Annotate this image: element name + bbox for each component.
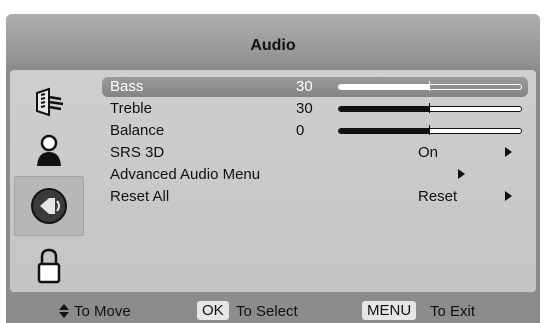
menu-row-reset-all[interactable]: Reset All Reset <box>102 187 528 207</box>
advanced-audio-arrow-icon[interactable] <box>458 169 465 179</box>
srs3d-label: SRS 3D <box>110 144 165 161</box>
menu-panel: Bass 30 Treble 30 Balance 0 SRS 3D On Ad… <box>10 70 536 292</box>
srs3d-arrow-icon[interactable] <box>505 147 512 157</box>
picture-icon <box>36 87 64 117</box>
balance-slider-center <box>429 125 430 135</box>
menu-row-bass[interactable]: Bass 30 <box>102 77 528 97</box>
menu-header: Audio <box>6 14 540 66</box>
category-lock[interactable] <box>14 236 84 296</box>
treble-value: 30 <box>296 100 313 117</box>
menu-key: MENU <box>362 301 417 320</box>
menu-row-srs3d[interactable]: SRS 3D On <box>102 143 528 163</box>
bass-slider-fill <box>339 85 430 89</box>
up-down-arrow-icon <box>59 304 69 318</box>
bass-label: Bass <box>110 78 144 95</box>
treble-slider-center <box>429 103 430 113</box>
reset-arrow-icon[interactable] <box>505 191 512 201</box>
category-sidebar <box>14 70 84 292</box>
bass-value: 30 <box>296 78 313 95</box>
balance-label: Balance <box>110 122 165 139</box>
balance-slider[interactable] <box>338 125 522 135</box>
footer-hints: To Move OK To Select MENU To Exit <box>6 296 540 323</box>
advanced-audio-label: Advanced Audio Menu <box>110 166 261 183</box>
menu-title: Audio <box>250 37 296 54</box>
category-user[interactable] <box>14 120 84 180</box>
srs3d-option: On <box>418 144 439 161</box>
user-icon <box>37 134 61 166</box>
select-hint: To Select <box>236 303 298 320</box>
lock-icon <box>37 248 61 284</box>
treble-slider[interactable] <box>338 103 522 113</box>
reset-all-label: Reset All <box>110 188 170 205</box>
speaker-icon <box>31 188 67 224</box>
balance-slider-fill <box>339 129 430 133</box>
ok-key: OK <box>197 301 229 320</box>
exit-hint: To Exit <box>430 303 476 320</box>
menu-row-balance[interactable]: Balance 0 <box>102 121 528 141</box>
bass-slider-center <box>429 81 430 91</box>
menu-row-advanced-audio[interactable]: Advanced Audio Menu <box>102 165 528 185</box>
balance-value: 0 <box>296 122 305 139</box>
treble-label: Treble <box>110 100 152 117</box>
category-audio[interactable] <box>14 176 84 236</box>
osd-menu: Audio Bass 30 Treble 30 Balance 0 SRS 3D… <box>6 14 540 323</box>
treble-slider-fill <box>339 107 430 111</box>
menu-row-treble[interactable]: Treble 30 <box>102 99 528 119</box>
move-hint: To Move <box>74 303 131 320</box>
reset-option: Reset <box>418 188 458 205</box>
bass-slider[interactable] <box>338 81 522 91</box>
